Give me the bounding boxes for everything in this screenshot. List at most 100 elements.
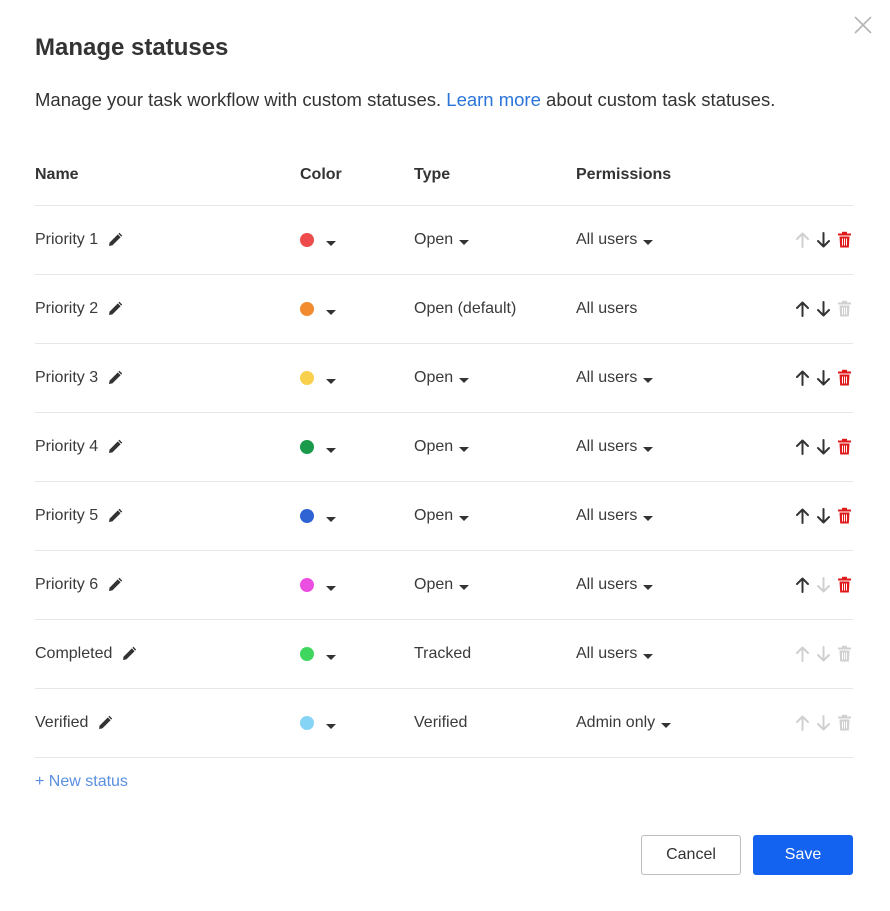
status-type-cell: Tracked	[414, 620, 471, 688]
chevron-down-icon[interactable]	[326, 309, 336, 315]
save-button[interactable]: Save	[753, 835, 853, 875]
chevron-down-icon[interactable]	[326, 654, 336, 660]
chevron-down-icon[interactable]	[326, 723, 336, 729]
status-color-cell	[300, 551, 336, 619]
status-actions	[790, 344, 853, 412]
permissions-dropdown[interactable]: All users	[576, 369, 654, 387]
pencil-icon[interactable]	[107, 232, 123, 248]
trash-icon[interactable]	[836, 438, 853, 456]
pencil-icon[interactable]	[107, 439, 123, 455]
permissions-dropdown[interactable]: All users	[576, 507, 654, 525]
status-type-cell: Open	[414, 413, 470, 481]
arrow-down-icon[interactable]	[815, 507, 832, 525]
pencil-icon[interactable]	[107, 508, 123, 524]
status-permissions-cell: Admin only	[576, 689, 672, 757]
trash-icon	[836, 300, 853, 318]
color-swatch[interactable]	[300, 302, 314, 316]
color-swatch[interactable]	[300, 647, 314, 661]
trash-icon[interactable]	[836, 507, 853, 525]
type-value: Open	[414, 576, 454, 593]
pencil-icon[interactable]	[107, 370, 123, 386]
permissions-dropdown[interactable]: All users	[576, 231, 654, 249]
status-permissions-cell: All users	[576, 551, 654, 619]
status-row: Priority 5 Open All users	[35, 482, 853, 551]
trash-icon[interactable]	[836, 576, 853, 594]
status-name-cell: Priority 1	[35, 206, 123, 274]
permissions-value: All users	[576, 645, 638, 662]
color-swatch[interactable]	[300, 233, 314, 247]
chevron-down-icon	[643, 515, 654, 521]
status-permissions-cell: All users	[576, 344, 654, 412]
status-permissions-cell: All users	[576, 620, 654, 688]
status-row: Verified Verified Admin only	[35, 689, 853, 758]
permissions-dropdown[interactable]: All users	[576, 576, 654, 594]
arrow-down-icon	[815, 714, 832, 732]
statuses-table: Name Color Type Permissions Priority 1 Op…	[35, 150, 853, 758]
permissions-label: All users	[576, 300, 637, 318]
status-row: Priority 2 Open (default) All users	[35, 275, 853, 344]
chevron-down-icon	[459, 584, 470, 590]
arrow-up-icon	[794, 714, 811, 732]
permissions-value: All users	[576, 369, 638, 386]
type-dropdown[interactable]: Open	[414, 369, 470, 387]
cancel-button[interactable]: Cancel	[641, 835, 741, 875]
type-dropdown[interactable]: Open	[414, 438, 470, 456]
new-status-button[interactable]: + New status	[35, 773, 128, 791]
chevron-down-icon	[643, 584, 654, 590]
pencil-icon[interactable]	[107, 301, 123, 317]
color-swatch[interactable]	[300, 509, 314, 523]
chevron-down-icon	[643, 653, 654, 659]
color-swatch[interactable]	[300, 371, 314, 385]
type-dropdown[interactable]: Open	[414, 231, 470, 249]
pencil-icon[interactable]	[107, 577, 123, 593]
arrow-up-icon[interactable]	[794, 300, 811, 318]
column-header-color: Color	[300, 166, 342, 183]
status-name-cell: Priority 2	[35, 275, 123, 343]
dialog-subtitle: Manage your task workflow with custom st…	[35, 89, 775, 111]
subtitle-text: Manage your task workflow with custom st…	[35, 89, 447, 110]
color-swatch[interactable]	[300, 578, 314, 592]
type-value: Open (default)	[414, 300, 517, 317]
chevron-down-icon[interactable]	[326, 516, 336, 522]
permissions-dropdown[interactable]: All users	[576, 645, 654, 663]
arrow-up-icon[interactable]	[794, 438, 811, 456]
arrow-down-icon[interactable]	[815, 438, 832, 456]
type-dropdown[interactable]: Open	[414, 507, 470, 525]
column-header-name: Name	[35, 166, 79, 183]
chevron-down-icon[interactable]	[326, 240, 336, 246]
type-dropdown[interactable]: Open	[414, 576, 470, 594]
permissions-value: Admin only	[576, 714, 656, 731]
arrow-up-icon[interactable]	[794, 576, 811, 594]
color-swatch[interactable]	[300, 716, 314, 730]
status-name: Priority 4	[35, 438, 99, 455]
chevron-down-icon[interactable]	[326, 447, 336, 453]
status-name-cell: Completed	[35, 620, 137, 688]
trash-icon[interactable]	[836, 369, 853, 387]
pencil-icon[interactable]	[121, 646, 137, 662]
status-name: Priority 6	[35, 576, 99, 593]
status-row: Priority 3 Open All users	[35, 344, 853, 413]
arrow-up-icon[interactable]	[794, 507, 811, 525]
permissions-value: All users	[576, 576, 638, 593]
color-swatch[interactable]	[300, 440, 314, 454]
chevron-down-icon[interactable]	[326, 378, 336, 384]
status-actions	[790, 689, 853, 757]
arrow-down-icon[interactable]	[815, 300, 832, 318]
permissions-dropdown[interactable]: Admin only	[576, 714, 672, 732]
pencil-icon[interactable]	[97, 715, 113, 731]
arrow-down-icon[interactable]	[815, 231, 832, 249]
permissions-dropdown[interactable]: All users	[576, 438, 654, 456]
close-icon[interactable]	[852, 14, 874, 36]
status-row: Priority 4 Open All users	[35, 413, 853, 482]
arrow-up-icon[interactable]	[794, 369, 811, 387]
chevron-down-icon[interactable]	[326, 585, 336, 591]
arrow-up-icon	[794, 231, 811, 249]
status-type-cell: Open	[414, 206, 470, 274]
chevron-down-icon	[643, 446, 654, 452]
trash-icon[interactable]	[836, 231, 853, 249]
status-actions	[790, 551, 853, 619]
arrow-down-icon[interactable]	[815, 369, 832, 387]
learn-more-link[interactable]: Learn more	[446, 89, 541, 110]
status-actions	[790, 206, 853, 274]
status-name: Priority 1	[35, 231, 99, 248]
